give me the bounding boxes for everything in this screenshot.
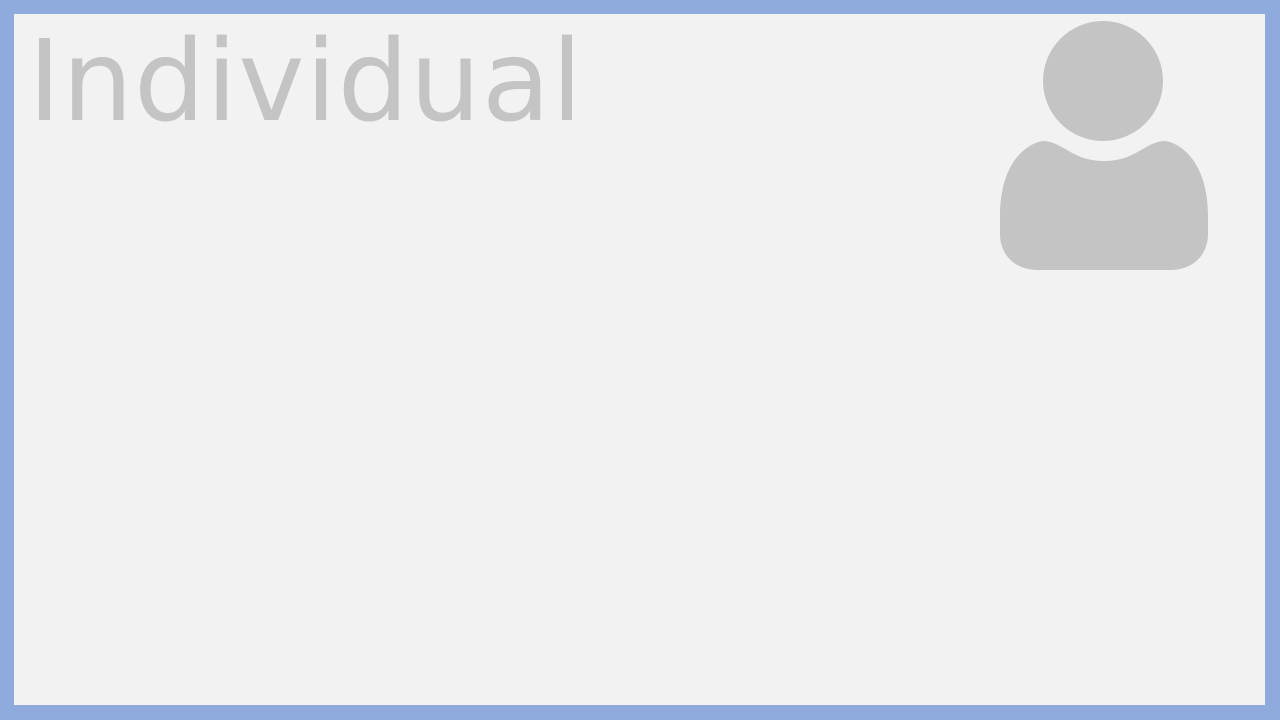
individual-card[interactable]: Individual <box>14 14 1265 705</box>
card-title: Individual <box>28 17 584 147</box>
user-avatar-icon <box>1000 20 1210 272</box>
window-frame: Individual <box>0 0 1280 720</box>
